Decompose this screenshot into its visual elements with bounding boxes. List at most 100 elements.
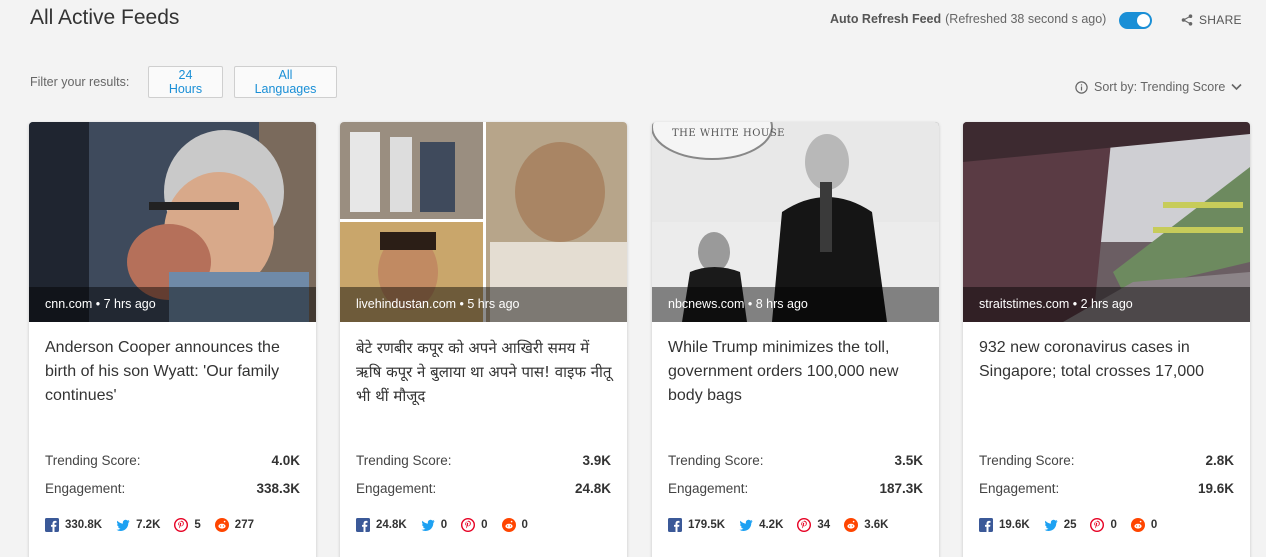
pinterest-icon <box>797 518 812 532</box>
card-headline[interactable]: While Trump minimizes the toll, governme… <box>668 336 925 408</box>
facebook-icon <box>356 518 370 532</box>
trending-score-value: 3.5K <box>894 453 923 468</box>
pinterest-count: 5 <box>174 518 201 532</box>
facebook-count: 330.8K <box>45 518 102 532</box>
pinterest-count-value: 34 <box>817 519 831 531</box>
reddit-icon <box>844 518 859 532</box>
reddit-icon <box>214 518 229 532</box>
twitter-icon <box>739 519 753 531</box>
twitter-count-value: 4.2K <box>759 519 784 531</box>
card-source: straitstimes.com • 2 hrs ago <box>963 287 1250 322</box>
card-headline[interactable]: 932 new coronavirus cases in Singapore; … <box>979 336 1236 384</box>
pinterest-count: 0 <box>1090 518 1117 532</box>
pinterest-icon <box>461 518 476 532</box>
share-label: SHARE <box>1199 13 1242 27</box>
engagement-row: Engagement: 338.3K <box>45 481 300 496</box>
social-counts: 330.8K 7.2K 5 277 <box>45 518 268 532</box>
auto-refresh-toggle[interactable] <box>1119 12 1152 29</box>
share-button[interactable]: SHARE <box>1181 13 1242 27</box>
trending-score-row: Trending Score: 3.5K <box>668 453 923 468</box>
card-image[interactable]: cnn.com • 7 hrs ago <box>29 122 316 322</box>
reddit-count: 3.6K <box>844 518 888 532</box>
reddit-icon <box>1130 518 1145 532</box>
filter-label: Filter your results: <box>30 75 130 89</box>
reddit-count-value: 277 <box>234 519 254 531</box>
feed-card[interactable]: cnn.com • 7 hrs ago Anderson Cooper anno… <box>29 122 316 557</box>
card-image[interactable]: livehindustan.com • 5 hrs ago <box>340 122 627 322</box>
twitter-count-value: 25 <box>1063 519 1077 531</box>
trending-score-row: Trending Score: 4.0K <box>45 453 300 468</box>
refreshed-time: (Refreshed 38 second s ago) <box>945 12 1107 26</box>
trending-score-label: Trending Score: <box>356 453 452 468</box>
twitter-count: 25 <box>1044 518 1077 532</box>
twitter-count-value: 0 <box>440 519 448 531</box>
trending-score-label: Trending Score: <box>668 453 764 468</box>
pinterest-icon <box>1090 518 1105 532</box>
engagement-value: 338.3K <box>256 481 300 496</box>
sort-dropdown[interactable]: Sort by: Trending Score <box>1075 80 1242 94</box>
chevron-down-icon <box>1231 83 1242 91</box>
facebook-icon <box>668 518 682 532</box>
trending-score-value: 2.8K <box>1205 453 1234 468</box>
social-counts: 19.6K 25 0 0 <box>979 518 1171 532</box>
facebook-count: 24.8K <box>356 518 407 532</box>
engagement-value: 19.6K <box>1197 481 1234 496</box>
reddit-count: 0 <box>1130 518 1158 532</box>
engagement-label: Engagement: <box>668 481 749 496</box>
image-caption: THE WHITE HOUSE <box>672 128 785 139</box>
page-title: All Active Feeds <box>30 6 180 29</box>
facebook-count-value: 24.8K <box>376 519 407 531</box>
pinterest-count: 0 <box>461 518 488 532</box>
reddit-count-value: 3.6K <box>864 519 889 531</box>
card-source: nbcnews.com • 8 hrs ago <box>652 287 939 322</box>
pinterest-count: 34 <box>797 518 830 532</box>
trending-score-label: Trending Score: <box>45 453 141 468</box>
sort-label: Sort by: Trending Score <box>1094 80 1226 94</box>
info-icon <box>1075 80 1088 94</box>
facebook-count: 19.6K <box>979 518 1030 532</box>
trending-score-value: 3.9K <box>582 453 611 468</box>
social-counts: 24.8K 0 0 0 <box>356 518 542 532</box>
card-headline[interactable]: बेटे रणबीर कपूर को अपने आखिरी समय में ऋष… <box>356 336 613 408</box>
reddit-count-value: 0 <box>521 519 528 531</box>
card-source: livehindustan.com • 5 hrs ago <box>340 287 627 322</box>
feed-card[interactable]: straitstimes.com • 2 hrs ago 932 new cor… <box>963 122 1250 557</box>
card-image[interactable]: THE WHITE HOUSE nbcnews.com • 8 hrs ago <box>652 122 939 322</box>
trending-score-value: 4.0K <box>271 453 300 468</box>
facebook-count: 179.5K <box>668 518 725 532</box>
twitter-count: 7.2K <box>116 518 160 532</box>
engagement-row: Engagement: 187.3K <box>668 481 923 496</box>
card-image[interactable]: straitstimes.com • 2 hrs ago <box>963 122 1250 322</box>
language-filter-button[interactable]: All Languages <box>234 66 337 98</box>
pinterest-count-value: 0 <box>1110 519 1117 531</box>
toggle-knob <box>1137 14 1150 27</box>
engagement-row: Engagement: 19.6K <box>979 481 1234 496</box>
twitter-icon <box>1044 519 1058 531</box>
feed-card[interactable]: livehindustan.com • 5 hrs ago बेटे रणबीर… <box>340 122 627 557</box>
social-counts: 179.5K 4.2K 34 3.6K <box>668 518 902 532</box>
facebook-count-value: 330.8K <box>65 519 103 531</box>
pinterest-count-value: 5 <box>194 519 201 531</box>
engagement-value: 24.8K <box>574 481 611 496</box>
trending-score-label: Trending Score: <box>979 453 1075 468</box>
engagement-row: Engagement: 24.8K <box>356 481 611 496</box>
card-headline[interactable]: Anderson Cooper announces the birth of h… <box>45 336 302 408</box>
time-filter-button[interactable]: 24 Hours <box>148 66 223 98</box>
reddit-count: 0 <box>501 518 528 532</box>
feed-card[interactable]: THE WHITE HOUSE nbcnews.com • 8 hrs ago … <box>652 122 939 557</box>
facebook-icon <box>979 518 993 532</box>
twitter-count: 4.2K <box>739 518 783 532</box>
reddit-count-value: 0 <box>1150 519 1158 531</box>
reddit-count: 277 <box>214 518 254 532</box>
engagement-label: Engagement: <box>45 481 126 496</box>
twitter-icon <box>421 519 435 531</box>
card-source: cnn.com • 7 hrs ago <box>29 287 316 322</box>
trending-score-row: Trending Score: 2.8K <box>979 453 1234 468</box>
facebook-icon <box>45 518 59 532</box>
engagement-label: Engagement: <box>356 481 437 496</box>
twitter-count: 0 <box>421 518 447 532</box>
share-icon <box>1181 14 1193 26</box>
pinterest-icon <box>174 518 189 532</box>
twitter-count-value: 7.2K <box>136 519 161 531</box>
facebook-count-value: 19.6K <box>999 519 1030 531</box>
